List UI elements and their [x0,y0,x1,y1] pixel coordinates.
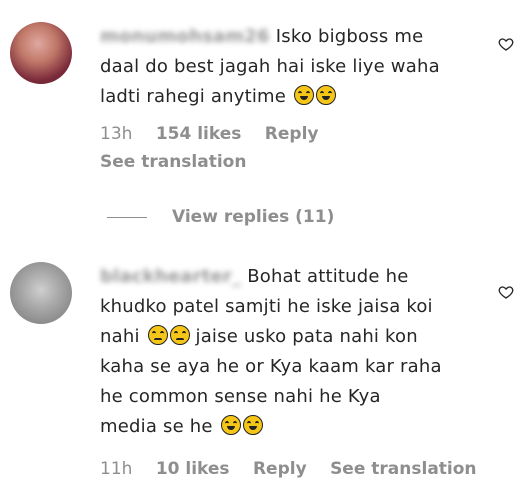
likes-count[interactable]: 10 likes [156,459,230,479]
comment-line: Bohat attitude he [247,266,409,287]
comment-line: kaha se aya he or Kya kaam kar raha [100,356,442,377]
heart-icon[interactable] [498,36,514,52]
likes-count[interactable]: 154 likes [156,124,242,144]
comment-line: media se he [100,416,213,437]
comment-line: ladti rahegi anytime [100,86,287,107]
reply-button[interactable]: Reply [265,124,319,144]
avatar[interactable] [10,22,72,84]
reply-button[interactable]: Reply [253,459,307,479]
comment-line: he common sense nahi he Kya [100,386,381,407]
comment-time: 11h [100,459,133,479]
avatar[interactable] [10,262,72,324]
unamused-emoji-icon [147,325,168,345]
rofl-emoji-icon [242,415,263,435]
laughing-emoji-icon [315,85,336,105]
username[interactable]: monumohsam26 [100,22,270,52]
comment-line: jaise usko pata nahi kon [195,326,418,347]
username[interactable]: blackhearter_ [100,262,241,292]
see-translation-link[interactable]: See translation [330,459,476,479]
view-replies-label: View replies (11) [172,207,335,227]
comment-time: 13h [100,124,133,144]
comment-line: Isko bigboss me [275,26,424,47]
comment-text: monumohsam26 Isko bigboss me daal do best… [100,22,480,112]
heart-icon[interactable] [498,284,514,300]
comment-line: khudko patel samjti he iske jaisa koi [100,296,433,317]
comment-line: nahi [100,326,140,347]
view-replies-button[interactable]: View replies (11) [107,207,334,227]
laughing-emoji-icon [293,85,314,105]
comment-text: blackhearter_ Bohat attitude he khudko pa… [100,262,480,442]
see-translation-link[interactable]: See translation [100,152,246,172]
unamused-emoji-icon [169,325,190,345]
comment-line: daal do best jagah hai iske liye waha [100,56,440,77]
comment-meta: 11h 10 likes Reply See translation [100,459,495,479]
comment-meta: 13h 154 likes Reply [100,124,336,144]
divider [107,216,147,218]
rofl-emoji-icon [220,415,241,435]
